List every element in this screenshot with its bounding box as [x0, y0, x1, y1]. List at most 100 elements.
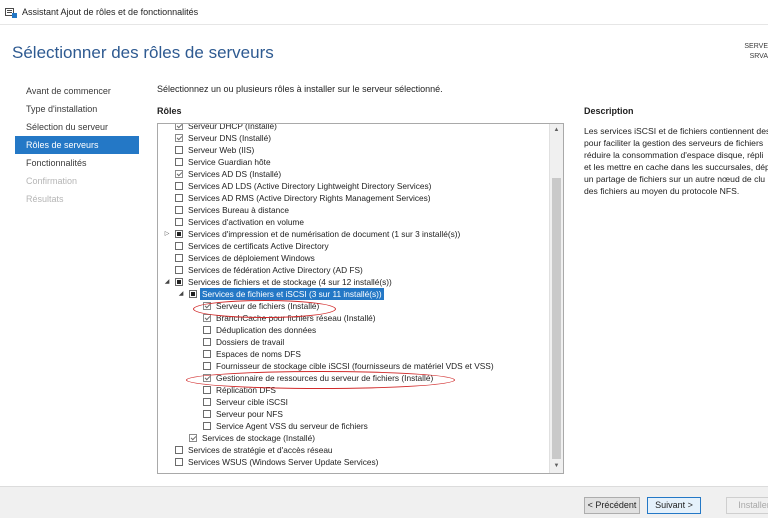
collapse-arrow-icon[interactable]: ◢ — [177, 288, 185, 300]
role-row[interactable]: ◢ Services de fichiers et iSCSI (3 sur 11… — [158, 288, 550, 300]
role-row[interactable]: Services de certificats Active Directory — [158, 240, 550, 252]
role-checkbox[interactable] — [175, 182, 183, 190]
role-checkbox[interactable] — [203, 326, 211, 334]
role-checkbox[interactable] — [175, 254, 183, 262]
roles-heading: Rôles — [157, 106, 182, 116]
next-button[interactable]: Suivant > — [647, 497, 701, 514]
description-heading: Description — [584, 106, 634, 116]
role-checkbox[interactable] — [175, 242, 183, 250]
wizard-header: Sélectionner des rôles de serveurs SERVE… — [0, 25, 768, 75]
roles-scrollbar[interactable]: ▲ ▼ — [549, 124, 563, 473]
role-checkbox[interactable] — [175, 124, 183, 130]
description-text: Les services iSCSI et de fichiers contie… — [584, 125, 768, 197]
role-checkbox[interactable] — [203, 374, 211, 382]
role-label: Services AD DS (Installé) — [188, 169, 282, 179]
role-checkbox[interactable] — [175, 446, 183, 454]
role-checkbox[interactable] — [203, 362, 211, 370]
role-checkbox[interactable] — [203, 386, 211, 394]
role-checkbox[interactable] — [203, 302, 211, 310]
role-row[interactable]: Services de fédération Active Directory … — [158, 264, 550, 276]
role-row[interactable]: Services de déploiement Windows — [158, 252, 550, 264]
nav-item[interactable]: Fonctionnalités — [0, 154, 140, 172]
role-checkbox[interactable] — [175, 230, 183, 238]
role-label: Serveur pour NFS — [216, 409, 283, 419]
description-line: réduire la consommation d'espace disque,… — [584, 150, 764, 160]
role-row[interactable]: Fournisseur de stockage cible iSCSI (fou… — [158, 360, 550, 372]
role-checkbox[interactable] — [203, 350, 211, 358]
role-checkbox[interactable] — [203, 314, 211, 322]
role-checkbox[interactable] — [203, 422, 211, 430]
role-checkbox[interactable] — [175, 266, 183, 274]
previous-button[interactable]: < Précédent — [584, 497, 640, 514]
role-row[interactable]: Serveur cible iSCSI — [158, 396, 550, 408]
role-label: Serveur DHCP (Installé) — [188, 123, 277, 131]
window-titlebar: Assistant Ajout de rôles et de fonctionn… — [0, 0, 768, 25]
role-row[interactable]: Dossiers de travail — [158, 336, 550, 348]
role-row[interactable]: Réplication DFS — [158, 384, 550, 396]
role-row[interactable]: Déduplication des données — [158, 324, 550, 336]
role-row[interactable]: Services Bureau à distance — [158, 204, 550, 216]
role-row[interactable]: ◢ Services de fichiers et de stockage (4 … — [158, 276, 550, 288]
role-row[interactable]: Serveur DHCP (Installé) — [158, 123, 550, 132]
role-row[interactable]: Serveur Web (IIS) — [158, 144, 550, 156]
role-checkbox[interactable] — [203, 410, 211, 418]
role-label: Gestionnaire de ressources du serveur de… — [216, 373, 434, 383]
role-row[interactable]: Services AD RMS (Active Directory Rights… — [158, 192, 550, 204]
role-checkbox[interactable] — [175, 218, 183, 226]
wizard-nav: Avant de commencer Type d'installation Sél… — [0, 82, 140, 208]
role-row[interactable]: Services de stratégie et d'accès réseau — [158, 444, 550, 456]
role-row[interactable]: Services AD DS (Installé) — [158, 168, 550, 180]
expand-arrow-icon[interactable]: ▷ — [163, 228, 171, 240]
scroll-down-icon[interactable]: ▼ — [550, 460, 563, 473]
role-row[interactable]: Service Agent VSS du serveur de fichiers — [158, 420, 550, 432]
role-label: Serveur cible iSCSI — [216, 397, 288, 407]
role-label: BranchCache pour fichiers réseau (Instal… — [216, 313, 376, 323]
role-checkbox[interactable] — [203, 338, 211, 346]
role-checkbox[interactable] — [175, 458, 183, 466]
role-checkbox[interactable] — [189, 290, 197, 298]
role-checkbox[interactable] — [203, 398, 211, 406]
role-row[interactable]: Services de stockage (Installé) — [158, 432, 550, 444]
server-info-line: SRVA — [749, 53, 768, 60]
role-label: Services AD LDS (Active Directory Lightw… — [188, 181, 432, 191]
role-label: Services de fédération Active Directory … — [188, 265, 363, 275]
role-row[interactable]: Services WSUS (Windows Server Update Ser… — [158, 456, 550, 468]
description-line: et les mettre en cache dans les succursa… — [584, 162, 768, 172]
role-checkbox[interactable] — [175, 194, 183, 202]
role-row[interactable]: BranchCache pour fichiers réseau (Instal… — [158, 312, 550, 324]
scroll-up-icon[interactable]: ▲ — [550, 124, 563, 137]
page-title: Sélectionner des rôles de serveurs — [12, 43, 274, 62]
role-label: Services de certificats Active Directory — [188, 241, 329, 251]
collapse-arrow-icon[interactable]: ◢ — [163, 276, 171, 288]
nav-item[interactable]: Rôles de serveurs — [15, 136, 139, 154]
wizard-footer: < Précédent Suivant > Installer — [0, 486, 768, 518]
role-label: Réplication DFS — [216, 385, 276, 395]
role-checkbox[interactable] — [175, 206, 183, 214]
role-checkbox[interactable] — [175, 134, 183, 142]
role-checkbox[interactable] — [175, 158, 183, 166]
scroll-thumb[interactable] — [552, 178, 561, 459]
nav-item[interactable]: Type d'installation — [0, 100, 140, 118]
role-label: Services de déploiement Windows — [188, 253, 315, 263]
role-row[interactable]: ▷ Services d'impression et de numérisatio… — [158, 228, 550, 240]
nav-item[interactable]: Avant de commencer — [0, 82, 140, 100]
role-row[interactable]: Gestionnaire de ressources du serveur de… — [158, 372, 550, 384]
role-row[interactable]: Serveur DNS (Installé) — [158, 132, 550, 144]
role-label: Services de stockage (Installé) — [202, 433, 315, 443]
role-checkbox[interactable] — [175, 170, 183, 178]
role-row[interactable]: Services d'activation en volume — [158, 216, 550, 228]
instruction-text: Sélectionnez un ou plusieurs rôles à ins… — [157, 84, 443, 94]
role-row[interactable]: Service Guardian hôte — [158, 156, 550, 168]
nav-item[interactable]: Sélection du serveur — [0, 118, 140, 136]
role-row[interactable]: Espaces de noms DFS — [158, 348, 550, 360]
role-row[interactable]: Services AD LDS (Active Directory Lightw… — [158, 180, 550, 192]
role-label: Serveur DNS (Installé) — [188, 133, 271, 143]
role-checkbox[interactable] — [175, 146, 183, 154]
roles-tree[interactable]: Serveur DHCP (Installé) Serveur DNS (Inst… — [157, 123, 564, 474]
role-row[interactable]: Serveur pour NFS — [158, 408, 550, 420]
role-checkbox[interactable] — [189, 434, 197, 442]
role-checkbox[interactable] — [175, 278, 183, 286]
role-row[interactable]: Serveur de fichiers (Installé) — [158, 300, 550, 312]
role-label: Services d'impression et de numérisation… — [188, 229, 461, 239]
server-manager-icon — [5, 7, 17, 18]
